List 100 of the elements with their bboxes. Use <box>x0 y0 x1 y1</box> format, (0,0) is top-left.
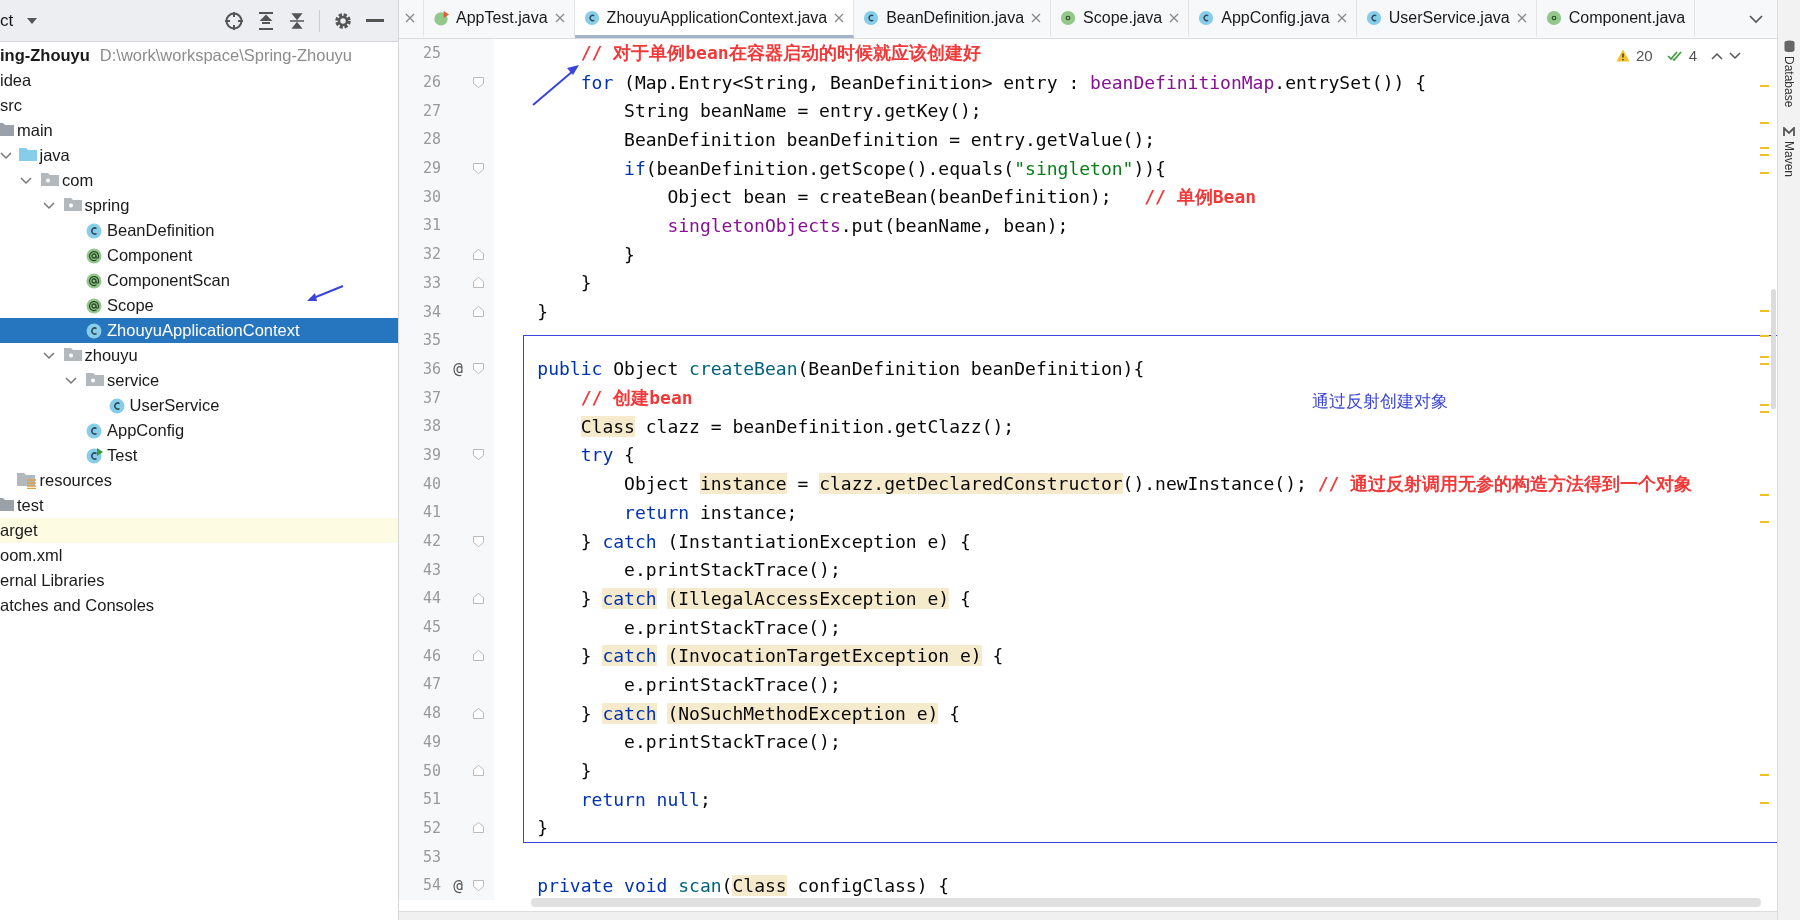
tree-item[interactable]: com <box>0 168 398 193</box>
error-stripe-mark[interactable] <box>1760 309 1769 312</box>
warning-icon[interactable] <box>1615 49 1630 62</box>
tree-item[interactable]: Component <box>0 243 398 268</box>
double-check-icon[interactable] <box>1666 49 1683 62</box>
error-stripe-mark[interactable] <box>1760 335 1769 338</box>
tree-item[interactable]: AppConfig <box>0 418 398 443</box>
chevron-down-icon[interactable] <box>42 199 55 211</box>
code-line: } <box>579 272 592 294</box>
line-number: 28 <box>421 130 441 149</box>
chevron-up-icon[interactable] <box>1711 51 1723 60</box>
close-icon[interactable] <box>554 12 565 23</box>
fold-icon[interactable] <box>473 162 484 174</box>
fold-icon[interactable] <box>473 707 484 719</box>
editor-tab[interactable]: AppConfig.java <box>1189 0 1357 38</box>
close-icon[interactable] <box>1031 12 1042 23</box>
panel-title[interactable]: ct <box>0 10 14 31</box>
close-icon[interactable] <box>1516 12 1527 23</box>
chevron-down-icon[interactable] <box>65 374 77 386</box>
error-stripe-mark[interactable] <box>1760 121 1769 124</box>
tree-item[interactable]: main <box>0 118 398 143</box>
fold-icon[interactable] <box>473 248 484 260</box>
editor-tab[interactable]: ZhouyuApplicationContext.java <box>574 0 855 38</box>
line-number: 33 <box>421 273 441 292</box>
vertical-scrollbar[interactable] <box>1771 289 1776 409</box>
tree-item[interactable]: zhouyu <box>0 343 398 368</box>
close-icon[interactable] <box>405 12 415 23</box>
editor-tab[interactable]: Component.java <box>1536 0 1696 38</box>
class-icon <box>863 9 880 26</box>
line-number: 30 <box>421 187 441 206</box>
error-stripe-mark[interactable] <box>1760 802 1769 805</box>
tree-item[interactable]: arget <box>0 518 398 543</box>
editor-tab[interactable]: AppTest.java <box>424 0 575 38</box>
code-line: Class clazz = beanDefinition.getClazz(); <box>579 415 1015 437</box>
tool-window-button[interactable]: Database <box>1782 40 1796 108</box>
line-number: 39 <box>421 445 441 464</box>
tree-item[interactable]: ZhouyuApplicationContext <box>0 318 398 343</box>
chevron-down-icon[interactable] <box>0 149 12 161</box>
tree-item[interactable]: UserService <box>0 393 398 418</box>
code-line: } <box>579 760 592 782</box>
code-line: e.printStackTrace(); <box>623 731 841 753</box>
tree-item[interactable]: resources <box>0 468 398 493</box>
tree-item[interactable]: test <box>0 493 398 518</box>
tree-item[interactable]: idea <box>0 68 398 93</box>
tree-item[interactable]: atches and Consoles <box>0 593 398 618</box>
editor-tab[interactable]: UserService.java <box>1356 0 1537 38</box>
fold-icon[interactable] <box>473 277 484 289</box>
close-icon[interactable] <box>1336 12 1347 23</box>
tree-item[interactable]: ing-Zhouyu D:\work\workspace\Spring-Zhouyu <box>0 43 398 68</box>
error-stripe-mark[interactable] <box>1760 521 1769 524</box>
tool-window-button[interactable]: Maven <box>1782 127 1796 178</box>
tree-item[interactable]: Scope <box>0 293 398 318</box>
target-icon[interactable] <box>224 10 244 31</box>
chevron-down-icon[interactable] <box>1749 14 1763 24</box>
tree-item[interactable]: ComponentScan <box>0 268 398 293</box>
chevron-down-icon[interactable] <box>42 349 55 361</box>
fold-icon[interactable] <box>473 363 484 375</box>
fold-icon[interactable] <box>473 879 484 891</box>
tree-item[interactable]: src <box>0 93 398 118</box>
error-stripe-mark[interactable] <box>1760 493 1769 496</box>
fold-icon[interactable] <box>473 822 484 834</box>
error-stripe-mark[interactable] <box>1760 84 1769 87</box>
chevron-down-icon[interactable] <box>20 174 32 186</box>
collapse-all-icon[interactable] <box>288 10 306 31</box>
override-marker[interactable]: @ <box>453 359 463 379</box>
fold-icon[interactable] <box>473 765 484 777</box>
code-line: return instance; <box>623 501 798 523</box>
editor-tab[interactable]: Scope.java <box>1051 0 1190 38</box>
close-icon[interactable] <box>834 12 845 23</box>
tree-item[interactable]: service <box>0 368 398 393</box>
horizontal-scrollbar[interactable] <box>531 898 1761 907</box>
tree-item[interactable]: oom.xml <box>0 543 398 568</box>
package-icon <box>63 347 82 361</box>
close-icon[interactable] <box>1169 12 1180 23</box>
tree-item[interactable]: spring <box>0 193 398 218</box>
editor-tab[interactable]: BeanDefinition.java <box>854 0 1052 38</box>
fold-icon[interactable] <box>473 535 484 547</box>
class-icon <box>583 9 600 26</box>
error-stripe-mark[interactable] <box>1760 172 1769 175</box>
expand-all-icon[interactable] <box>257 10 275 31</box>
error-stripe-mark[interactable] <box>1760 773 1769 776</box>
fold-icon[interactable] <box>473 592 484 604</box>
minimize-icon[interactable] <box>366 18 384 23</box>
fold-icon[interactable] <box>473 306 484 318</box>
tree-item[interactable]: Test <box>0 443 398 468</box>
tree-item[interactable]: java <box>0 143 398 168</box>
class-icon <box>108 397 127 415</box>
code-line: return null; <box>579 788 711 810</box>
fold-icon[interactable] <box>473 76 484 88</box>
fold-icon[interactable] <box>473 449 484 461</box>
override-marker[interactable]: @ <box>453 875 463 895</box>
tree-item[interactable]: ernal Libraries <box>0 568 398 593</box>
fold-icon[interactable] <box>473 650 484 662</box>
tree-item[interactable]: BeanDefinition <box>0 218 398 243</box>
line-number: 51 <box>421 790 441 809</box>
settings-icon[interactable] <box>333 10 353 31</box>
code-line: } catch (IllegalAccessException e) { <box>579 587 971 609</box>
chevron-down-icon[interactable] <box>1729 51 1741 60</box>
caret-icon[interactable] <box>26 16 39 25</box>
code-line: String beanName = entry.getKey(); <box>623 100 982 122</box>
